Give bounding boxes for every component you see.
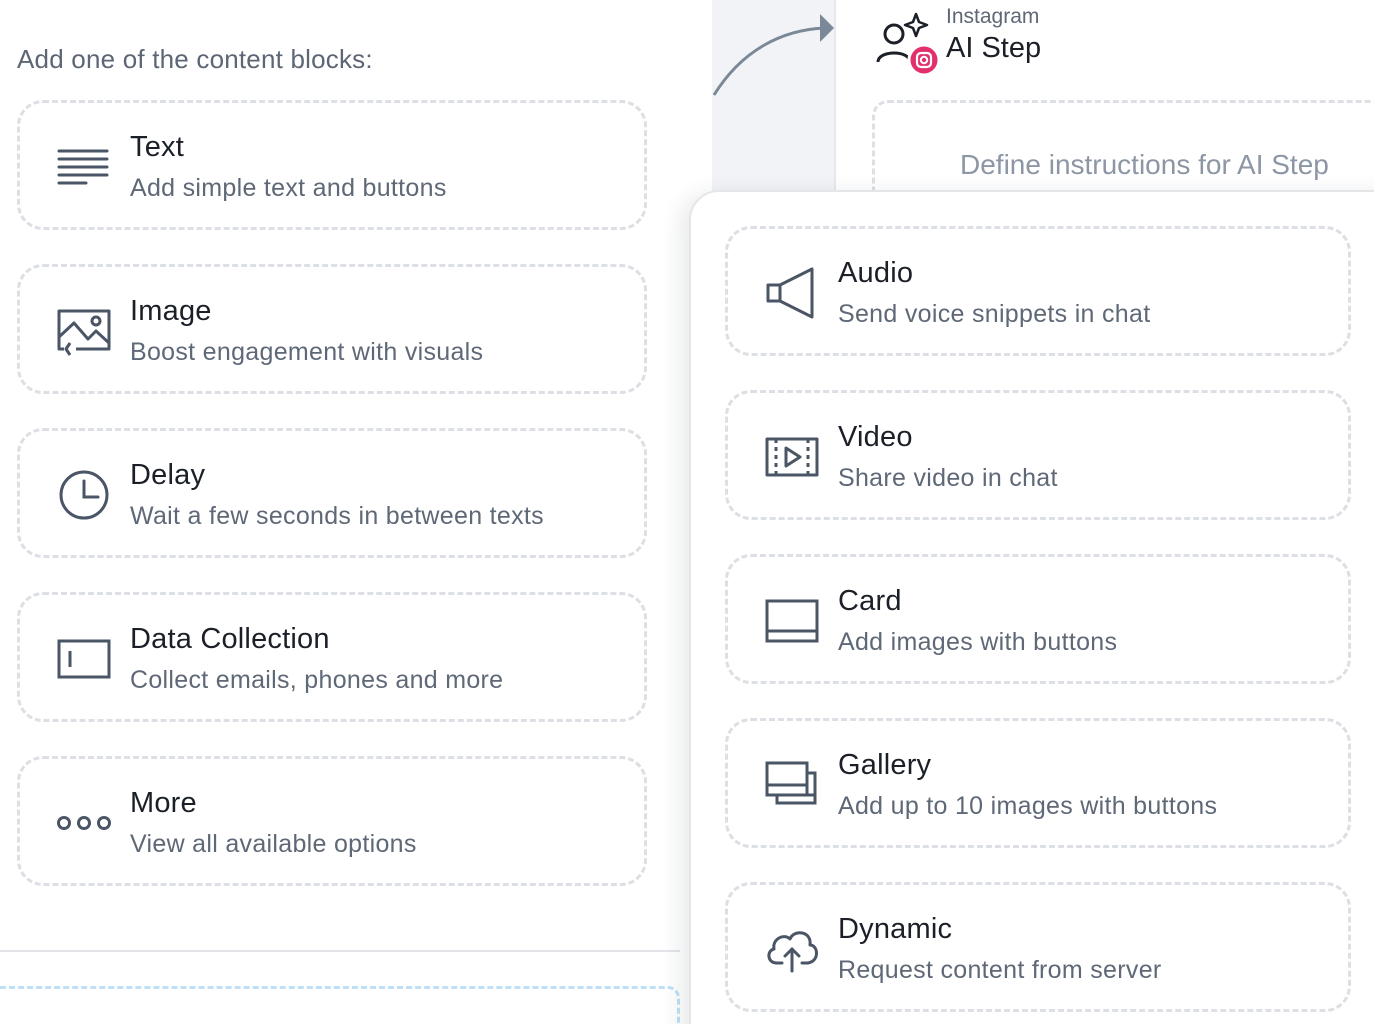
- block-audio[interactable]: Audio Send voice snippets in chat: [725, 226, 1351, 356]
- block-text[interactable]: Text Add simple text and buttons: [17, 100, 647, 230]
- gallery-icon: [764, 757, 820, 813]
- next-step-dropzone[interactable]: [0, 986, 680, 1024]
- block-more[interactable]: More View all available options: [17, 756, 647, 886]
- block-description: Add simple text and buttons: [130, 174, 447, 202]
- card-icon: [764, 593, 820, 649]
- instructions-placeholder: Define instructions for AI Step: [960, 149, 1329, 180]
- panel-divider: [0, 950, 680, 952]
- node-platform-label: Instagram: [946, 5, 1040, 28]
- instagram-icon: [907, 43, 941, 77]
- block-description: Request content from server: [838, 956, 1162, 984]
- block-gallery[interactable]: Gallery Add up to 10 images with buttons: [725, 718, 1351, 848]
- block-title: More: [130, 787, 197, 819]
- panel-prompt: Add one of the content blocks:: [17, 44, 373, 74]
- block-title: Video: [838, 421, 913, 453]
- block-title: Data Collection: [130, 623, 330, 655]
- app-root: Instagram AI Step Define instructions fo…: [0, 0, 1374, 1024]
- content-blocks-panel: Add one of the content blocks: Text Add …: [0, 0, 712, 1024]
- block-title: Gallery: [838, 749, 932, 781]
- block-description: Add up to 10 images with buttons: [838, 792, 1218, 820]
- block-card[interactable]: Card Add images with buttons: [725, 554, 1351, 684]
- block-description: Collect emails, phones and more: [130, 666, 504, 694]
- block-title: Audio: [838, 257, 914, 289]
- ai-person-sparkle-icon: [874, 10, 942, 77]
- more-dots-icon: [56, 795, 112, 851]
- block-title: Dynamic: [838, 913, 953, 945]
- video-film-icon: [764, 429, 820, 485]
- clock-icon: [56, 467, 112, 523]
- block-description: Send voice snippets in chat: [838, 300, 1151, 328]
- block-title: Text: [130, 131, 184, 163]
- flow-connector-arrow: [712, 14, 834, 96]
- block-video[interactable]: Video Share video in chat: [725, 390, 1351, 520]
- speaker-icon: [764, 265, 820, 321]
- block-delay[interactable]: Delay Wait a few seconds in between text…: [17, 428, 647, 558]
- block-description: View all available options: [130, 830, 417, 858]
- block-title: Delay: [130, 459, 206, 491]
- block-title: Card: [838, 585, 902, 617]
- block-description: Share video in chat: [838, 464, 1058, 492]
- input-field-icon: [56, 631, 112, 687]
- image-icon: [56, 303, 112, 359]
- cloud-upload-icon: [764, 921, 820, 977]
- block-title: Image: [130, 295, 212, 327]
- block-data-collection[interactable]: Data Collection Collect emails, phones a…: [17, 592, 647, 722]
- block-description: Add images with buttons: [838, 628, 1118, 656]
- text-lines-icon: [56, 139, 112, 195]
- more-blocks-popup: Audio Send voice snippets in chat Video …: [689, 190, 1374, 1024]
- block-description: Wait a few seconds in between texts: [130, 502, 544, 530]
- node-title: AI Step: [946, 32, 1042, 64]
- block-description: Boost engagement with visuals: [130, 338, 484, 366]
- block-dynamic[interactable]: Dynamic Request content from server: [725, 882, 1351, 1012]
- block-image[interactable]: Image Boost engagement with visuals: [17, 264, 647, 394]
